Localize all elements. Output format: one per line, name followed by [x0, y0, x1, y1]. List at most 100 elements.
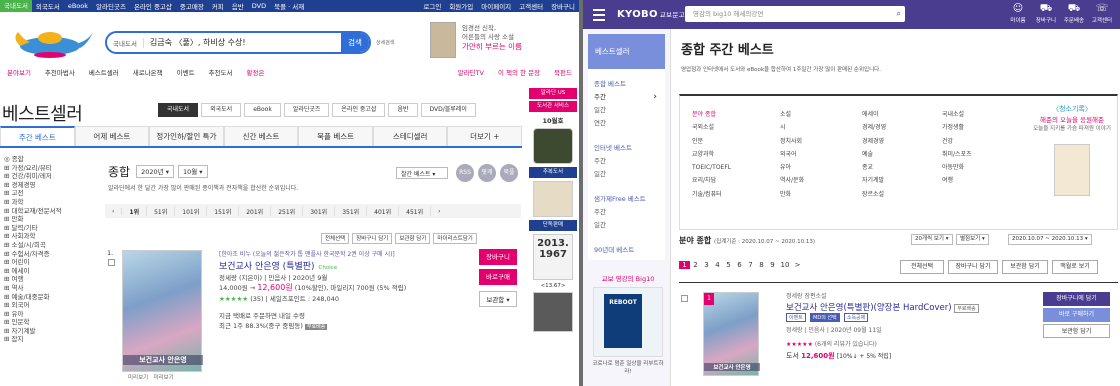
- rail-book-cover[interactable]: [533, 292, 573, 332]
- search-scope-select[interactable]: 국내도서: [107, 37, 144, 48]
- sidebar-item[interactable]: ⊞ 만화: [4, 215, 102, 224]
- category-item[interactable]: 기술/컴퓨터: [692, 188, 731, 201]
- add-wishlist-button[interactable]: 보관함 담기: [395, 233, 431, 244]
- sidebar-item[interactable]: ⊞ 어린이: [4, 258, 102, 267]
- category-item[interactable]: 경제/경영: [862, 121, 886, 134]
- rank-page[interactable]: 301위: [303, 206, 336, 216]
- sidebar-item[interactable]: ⊞ 인문학: [4, 318, 102, 327]
- rank-page[interactable]: 451위: [399, 206, 432, 216]
- rail-book-number[interactable]: 2013.1967: [533, 234, 573, 280]
- category-item[interactable]: 분야 종합: [692, 108, 731, 121]
- rank-page[interactable]: 251위: [271, 206, 304, 216]
- tab-dvd[interactable]: DVD/블루레이: [420, 103, 476, 117]
- sidebar-item[interactable]: ⊞ 잡지: [4, 335, 102, 344]
- category-item[interactable]: 국내소설: [942, 108, 972, 121]
- prev-icon[interactable]: ‹: [105, 207, 123, 215]
- year-select[interactable]: 2020년 ▾: [136, 165, 174, 178]
- nav-bookple[interactable]: 북플 · 서재: [270, 1, 308, 11]
- tab-weekly-best[interactable]: 주간 베스트: [0, 126, 75, 146]
- buy-now-button[interactable]: 바로구매: [479, 269, 517, 285]
- category-item[interactable]: 경제경영: [862, 135, 886, 148]
- nav-group-title[interactable]: 90년대 베스트: [594, 244, 659, 254]
- page-number[interactable]: 2: [690, 261, 701, 269]
- rail-book-cover[interactable]: [533, 181, 573, 217]
- catbar-bestseller[interactable]: 베스트셀러: [82, 67, 126, 77]
- tab-ebook[interactable]: eBook: [244, 103, 281, 117]
- big10-promo[interactable]: 교보 영강의 Big10 REBOOT 코로나로 멈춘 일상을 리부트하라!: [589, 273, 667, 375]
- add-mylist-button[interactable]: 마이리스트담기: [433, 233, 477, 244]
- nav-music[interactable]: 음반: [228, 1, 248, 11]
- nav-ebook[interactable]: eBook: [64, 2, 92, 10]
- catbar-sentence[interactable]: 이 책의 한 문장: [491, 67, 547, 77]
- sidebar-item[interactable]: ⊞ 소설/시/희곡: [4, 241, 102, 250]
- bookple-icon[interactable]: 북플: [500, 164, 518, 182]
- page-number[interactable]: 10: [778, 261, 792, 269]
- sidebar-item[interactable]: ⊞ 고전: [4, 189, 102, 198]
- nav-item-weekly[interactable]: 주간: [594, 206, 659, 219]
- next-page-icon[interactable]: >: [792, 261, 803, 269]
- search-button[interactable]: 검색: [341, 33, 369, 52]
- order-button[interactable]: ⛟ 주문배송: [1060, 2, 1088, 24]
- nav-coffee[interactable]: 커피: [208, 1, 228, 11]
- page-number[interactable]: 7: [745, 261, 756, 269]
- tab-music[interactable]: 음반: [388, 103, 418, 117]
- myroom-button[interactable]: ☺ 마이룸: [1004, 2, 1032, 24]
- sidebar-item[interactable]: ⊞ 과학: [4, 198, 102, 207]
- podcast-icon[interactable]: 팟캐: [478, 164, 496, 182]
- tab-new-best[interactable]: 신간 베스트: [223, 126, 299, 146]
- tab-steady[interactable]: 스테디셀러: [372, 126, 448, 146]
- mypage-link[interactable]: 마이페이지: [477, 1, 515, 11]
- big10-book-image[interactable]: REBOOT: [593, 287, 663, 357]
- view-select[interactable]: 별점보기 ▾: [956, 234, 989, 245]
- rss-icon[interactable]: RSS: [456, 164, 474, 182]
- promo-text[interactable]: [한아조 비누 (오늘의 젊은작가 톱 맨플사 한국문학 2권 이상 구매 시)…: [219, 249, 395, 258]
- category-item[interactable]: TOEIC/TOEFL: [692, 161, 731, 174]
- sidebar-item[interactable]: ⊞ 외국어: [4, 301, 102, 310]
- category-item[interactable]: 역사/문화: [780, 174, 804, 187]
- category-item[interactable]: 국외소설: [692, 121, 731, 134]
- library-service-link[interactable]: 도서관 서비스: [529, 101, 577, 112]
- catbar-author[interactable]: 황정은: [240, 67, 272, 77]
- detail-search-link[interactable]: 상세검색: [376, 39, 394, 46]
- nav-goods[interactable]: 알라딘굿즈: [92, 1, 130, 11]
- cart-link[interactable]: 장바구니: [547, 1, 579, 11]
- sidebar-item[interactable]: ⊞ 수험서/자격증: [4, 250, 102, 259]
- search-icon[interactable]: ⌕: [897, 6, 901, 22]
- nav-group-title[interactable]: 인터넷 베스트: [594, 142, 659, 152]
- aladin-us-link[interactable]: 알라딘 US: [529, 88, 577, 99]
- rank-page[interactable]: 101위: [175, 206, 208, 216]
- rank-page[interactable]: 1위: [122, 206, 148, 216]
- nav-item-weekly[interactable]: 주간: [594, 91, 659, 104]
- item-checkbox[interactable]: [681, 295, 688, 302]
- aladin-logo[interactable]: [10, 18, 96, 62]
- search-input[interactable]: 영감의 big10 헤세의강연 ⌕: [685, 6, 905, 22]
- sidebar-item[interactable]: ⊞ 가정/요리/뷰티: [4, 164, 102, 173]
- nav-item-weekly[interactable]: 주간: [594, 155, 659, 168]
- rank-page[interactable]: 151위: [207, 206, 240, 216]
- page-number[interactable]: 3: [701, 261, 712, 269]
- category-item[interactable]: 건강: [942, 135, 972, 148]
- select-all-button[interactable]: 전체선택: [321, 233, 350, 244]
- category-item[interactable]: 예술: [862, 148, 886, 161]
- category-item[interactable]: 외국어: [780, 148, 804, 161]
- preview-link[interactable]: 미리보기: [154, 375, 174, 381]
- page-size-select[interactable]: 20개씩 보기 ▾: [911, 234, 953, 245]
- sidebar-item[interactable]: ⊞ 여행: [4, 275, 102, 284]
- nav-foreign-books[interactable]: 외국도서: [32, 1, 64, 11]
- category-item[interactable]: 취미/스포츠: [942, 148, 972, 161]
- nav-group-title[interactable]: 샘가제Free 베스트: [594, 193, 659, 203]
- category-item[interactable]: 교양과학: [692, 148, 731, 161]
- tab-more[interactable]: 더보기 +: [447, 126, 523, 146]
- wishlist-button[interactable]: 보관함 담기: [1043, 324, 1110, 338]
- sidebar-item[interactable]: ⊞ 건강/취미/레저: [4, 172, 102, 181]
- rank-page[interactable]: 351위: [335, 206, 368, 216]
- category-item[interactable]: 아동만화: [942, 161, 972, 174]
- tab-foreign[interactable]: 외국도서: [201, 103, 242, 117]
- nav-used-store[interactable]: 중고매장: [176, 1, 208, 11]
- add-cart-button[interactable]: 장바구니 담기: [352, 233, 393, 244]
- nav-used-online[interactable]: 온라인 중고샵: [130, 1, 176, 11]
- nav-domestic-books[interactable]: 국내도서: [0, 0, 32, 12]
- catbar-recommended[interactable]: 추천도서: [202, 67, 240, 77]
- book-cover[interactable]: 보건교사 안은영: [122, 250, 203, 372]
- preview-link[interactable]: 미리보기: [128, 375, 148, 381]
